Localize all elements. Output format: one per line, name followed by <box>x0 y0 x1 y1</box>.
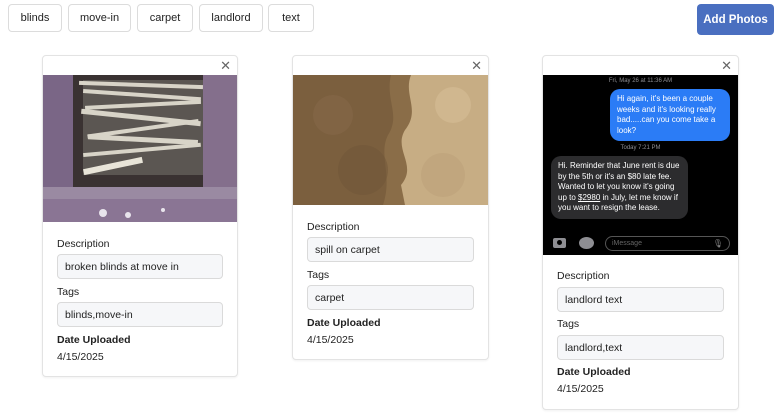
close-icon[interactable]: ✕ <box>471 59 482 72</box>
date-uploaded-label: Date Uploaded <box>557 366 631 378</box>
tags-field[interactable]: carpet <box>307 285 474 310</box>
blinds-photo-image <box>43 75 237 222</box>
imessage-placeholder: iMessage <box>612 240 642 247</box>
date-uploaded-value: 4/15/2025 <box>57 351 104 363</box>
tags-field[interactable]: landlord,text <box>557 335 724 360</box>
description-label: Description <box>557 270 610 282</box>
tag-filter-text[interactable]: text <box>268 4 314 32</box>
photo-card: ✕ Description broken blinds at move in T… <box>42 55 238 377</box>
carpet-photo-image <box>293 75 488 205</box>
date-uploaded-label: Date Uploaded <box>307 317 381 329</box>
photo-card: ✕ Fri, May 26 at 11:36 AM Hi again, it's… <box>542 55 739 410</box>
tags-label: Tags <box>307 269 330 281</box>
message-timestamp: Today 7:21 PM <box>620 145 661 151</box>
description-field[interactable]: landlord text <box>557 287 724 312</box>
description-field[interactable]: broken blinds at move in <box>57 254 223 279</box>
tag-filter-landlord[interactable]: landlord <box>199 4 263 32</box>
description-label: Description <box>307 221 360 233</box>
tag-filter-blinds[interactable]: blinds <box>8 4 62 32</box>
tag-filter-move-in[interactable]: move-in <box>68 4 131 32</box>
incoming-message-amount: $2980 <box>578 192 601 202</box>
date-uploaded-label: Date Uploaded <box>57 334 131 346</box>
microphone-icon: 🎙 <box>712 239 723 248</box>
tags-field[interactable]: blinds,move-in <box>57 302 223 327</box>
photo-card: ✕ Description spill on carpet Tags carpe… <box>292 55 489 360</box>
message-compose-bar: iMessage 🎙 <box>543 233 738 255</box>
text-message-screenshot: Fri, May 26 at 11:36 AM Hi again, it's b… <box>543 75 738 255</box>
message-timestamp: Fri, May 26 at 11:36 AM <box>608 78 673 84</box>
camera-icon <box>553 238 566 248</box>
photo-thumbnail[interactable]: Fri, May 26 at 11:36 AM Hi again, it's b… <box>543 75 738 255</box>
close-icon[interactable]: ✕ <box>721 59 732 72</box>
imessage-input: iMessage 🎙 <box>605 236 730 251</box>
tags-label: Tags <box>557 318 580 330</box>
description-field[interactable]: spill on carpet <box>307 237 474 262</box>
incoming-message: Hi. Reminder that June rent is due by th… <box>551 156 688 219</box>
add-photos-button[interactable]: Add Photos <box>697 4 774 35</box>
description-label: Description <box>57 238 110 250</box>
app-store-icon <box>579 237 594 249</box>
date-uploaded-value: 4/15/2025 <box>307 334 354 346</box>
tags-label: Tags <box>57 286 80 298</box>
tag-filter-carpet[interactable]: carpet <box>137 4 193 32</box>
outgoing-message: Hi again, it's been a couple weeks and i… <box>610 89 730 141</box>
photo-thumbnail[interactable] <box>43 75 237 222</box>
date-uploaded-value: 4/15/2025 <box>557 383 604 395</box>
close-icon[interactable]: ✕ <box>220 59 231 72</box>
photo-thumbnail[interactable] <box>293 75 488 205</box>
